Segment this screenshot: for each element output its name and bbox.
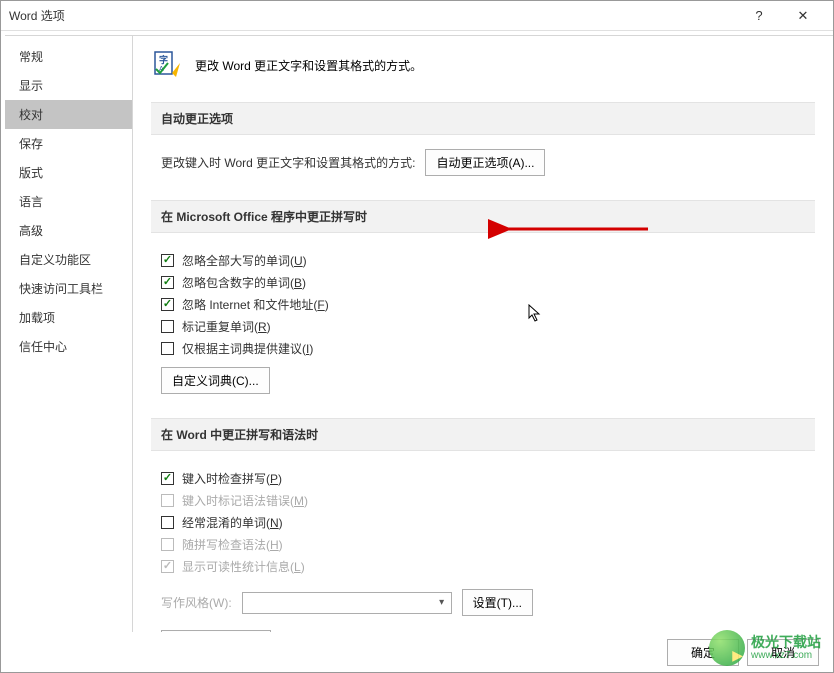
- proofing-header-icon: 字 A: [151, 48, 185, 82]
- checkbox-row[interactable]: 忽略全部大写的单词(U): [161, 252, 805, 269]
- autocorrect-options-button[interactable]: 自动更正选项(A)...: [425, 149, 545, 176]
- checkbox[interactable]: [161, 276, 174, 289]
- sidebar-item[interactable]: 显示: [5, 71, 132, 100]
- checkbox-label: 键入时标记语法错误(M): [182, 492, 308, 509]
- checkbox-row[interactable]: 忽略包含数字的单词(B): [161, 274, 805, 291]
- close-button[interactable]: ✕: [781, 1, 825, 31]
- checkbox-label: 忽略包含数字的单词(B): [182, 274, 306, 291]
- options-dialog: Word 选项 ? ✕ 常规显示校对保存版式语言高级自定义功能区快速访问工具栏加…: [0, 0, 834, 673]
- category-sidebar: 常规显示校对保存版式语言高级自定义功能区快速访问工具栏加载项信任中心: [5, 35, 133, 632]
- checkbox-row: 随拼写检查语法(H): [161, 536, 805, 553]
- sidebar-item[interactable]: 语言: [5, 187, 132, 216]
- checkbox: [161, 538, 174, 551]
- help-button[interactable]: ?: [737, 1, 781, 31]
- sidebar-item[interactable]: 版式: [5, 158, 132, 187]
- checkbox-row[interactable]: 键入时检查拼写(P): [161, 470, 805, 487]
- ok-button[interactable]: 确定: [667, 639, 739, 666]
- checkbox-label: 忽略全部大写的单词(U): [182, 252, 307, 269]
- writing-style-dropdown[interactable]: ▾: [242, 592, 452, 614]
- window-title: Word 选项: [9, 7, 737, 24]
- word-spelling-title: 在 Word 中更正拼写和语法时: [151, 418, 815, 451]
- checkbox[interactable]: [161, 472, 174, 485]
- checkbox[interactable]: [161, 298, 174, 311]
- sidebar-item[interactable]: 校对: [5, 100, 132, 129]
- checkbox-row: 键入时标记语法错误(M): [161, 492, 805, 509]
- autocorrect-row: 更改键入时 Word 更正文字和设置其格式的方式: 自动更正选项(A)...: [161, 149, 805, 176]
- checkbox: [161, 494, 174, 507]
- sidebar-item[interactable]: 自定义功能区: [5, 245, 132, 274]
- checkbox-label: 标记重复单词(R): [182, 318, 271, 335]
- checkbox-label: 经常混淆的单词(N): [182, 514, 283, 531]
- dialog-body: 常规显示校对保存版式语言高级自定义功能区快速访问工具栏加载项信任中心 字 A 更…: [1, 31, 833, 632]
- checkbox-label: 忽略 Internet 和文件地址(F): [182, 296, 329, 313]
- checkbox[interactable]: [161, 516, 174, 529]
- checkbox-label: 仅根据主词典提供建议(I): [182, 340, 313, 357]
- checkbox-row: 显示可读性统计信息(L): [161, 558, 805, 575]
- section-office-spelling: 在 Microsoft Office 程序中更正拼写时 忽略全部大写的单词(U)…: [151, 200, 815, 412]
- section-autocorrect: 自动更正选项 更改键入时 Word 更正文字和设置其格式的方式: 自动更正选项(…: [151, 102, 815, 194]
- checkbox-row[interactable]: 仅根据主词典提供建议(I): [161, 340, 805, 357]
- sidebar-item[interactable]: 信任中心: [5, 332, 132, 361]
- page-description: 更改 Word 更正文字和设置其格式的方式。: [195, 57, 422, 74]
- sidebar-item[interactable]: 常规: [5, 42, 132, 71]
- writing-style-settings-button[interactable]: 设置(T)...: [462, 589, 533, 616]
- checkbox-label: 随拼写检查语法(H): [182, 536, 283, 553]
- checkbox-row[interactable]: 标记重复单词(R): [161, 318, 805, 335]
- section-word-spelling: 在 Word 中更正拼写和语法时 键入时检查拼写(P) 键入时标记语法错误(M) 经…: [151, 418, 815, 632]
- chevron-down-icon: ▾: [435, 597, 449, 608]
- writing-style-row: 写作风格(W): ▾ 设置(T)...: [161, 589, 805, 616]
- autocorrect-prompt: 更改键入时 Word 更正文字和设置其格式的方式:: [161, 154, 415, 171]
- cursor-pointer-icon: [528, 304, 544, 324]
- cancel-button[interactable]: 取消: [747, 639, 819, 666]
- checkbox-label: 显示可读性统计信息(L): [182, 558, 305, 575]
- page-header: 字 A 更改 Word 更正文字和设置其格式的方式。: [151, 48, 815, 82]
- dialog-footer: 极光下载站 www.xz7.com 确定 取消: [1, 632, 833, 672]
- checkbox-row[interactable]: 忽略 Internet 和文件地址(F): [161, 296, 805, 313]
- sidebar-item[interactable]: 快速访问工具栏: [5, 274, 132, 303]
- sidebar-item[interactable]: 加载项: [5, 303, 132, 332]
- checkbox[interactable]: [161, 254, 174, 267]
- checkbox[interactable]: [161, 320, 174, 333]
- titlebar: Word 选项 ? ✕: [1, 1, 833, 31]
- sidebar-item[interactable]: 高级: [5, 216, 132, 245]
- checkbox: [161, 560, 174, 573]
- checkbox[interactable]: [161, 342, 174, 355]
- office-spelling-title: 在 Microsoft Office 程序中更正拼写时: [151, 200, 815, 233]
- checkbox-label: 键入时检查拼写(P): [182, 470, 282, 487]
- checkbox-row[interactable]: 经常混淆的单词(N): [161, 514, 805, 531]
- writing-style-label: 写作风格(W):: [161, 594, 232, 611]
- custom-dictionaries-button[interactable]: 自定义词典(C)...: [161, 367, 270, 394]
- content-pane: 字 A 更改 Word 更正文字和设置其格式的方式。 自动更正选项 更改键入时 …: [133, 35, 833, 632]
- sidebar-item[interactable]: 保存: [5, 129, 132, 158]
- section-autocorrect-title: 自动更正选项: [151, 102, 815, 135]
